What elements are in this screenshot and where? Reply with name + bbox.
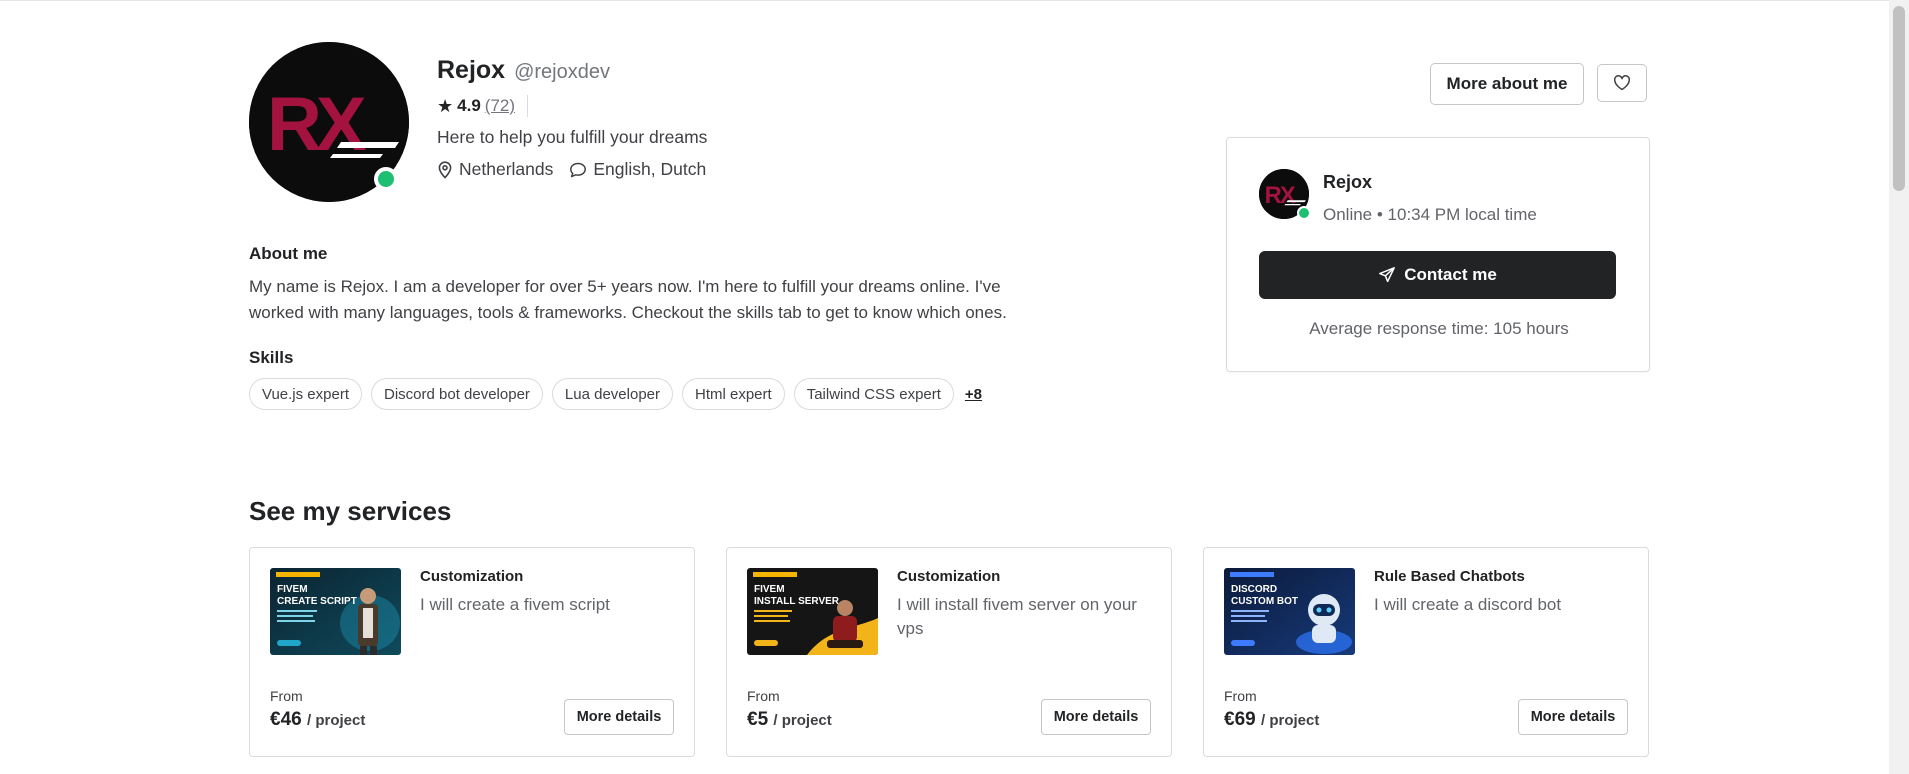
price-from-label: From (270, 688, 303, 704)
favorite-button[interactable] (1597, 64, 1647, 102)
service-thumbnail[interactable]: FIVEM CREATE SCRIPT (270, 568, 401, 655)
name-row: Rejox @rejoxdev (437, 56, 610, 85)
chat-bubble-icon (570, 162, 587, 177)
contact-name: Rejox (1323, 172, 1373, 192)
price-from-label: From (747, 688, 780, 704)
profile-page: RX Rejox @rejoxdev ★ 4.9 (72) Here to he… (249, 0, 1650, 774)
service-card[interactable]: FIVEM INSTALL SERVER Customization I wil… (726, 547, 1172, 757)
thumb-line2: INSTALL SERVER (754, 596, 840, 607)
online-status-dot (374, 167, 398, 191)
service-thumbnail-image: FIVEM CREATE SCRIPT (270, 568, 401, 655)
service-title[interactable]: I will create a discord bot (1374, 593, 1634, 617)
languages-text: English, Dutch (593, 159, 707, 179)
contact-card: RX Rejox Online • 10:34 PM local time Co… (1226, 137, 1650, 372)
scrollbar-thumb[interactable] (1893, 6, 1905, 191)
price-unit: / project (1260, 712, 1320, 729)
send-icon (1379, 267, 1396, 283)
profile-username: @rejoxdev (514, 61, 610, 83)
price-unit: / project (306, 712, 366, 729)
languages: English, Dutch (569, 159, 706, 180)
rating-row: ★ 4.9 (72) (437, 95, 529, 117)
service-card[interactable]: FIVEM CREATE SCRIPT Customization I will… (249, 547, 695, 757)
skill-chip[interactable]: Discord bot developer (371, 378, 543, 410)
more-details-button[interactable]: More details (1518, 699, 1628, 735)
skills-heading: Skills (249, 348, 294, 367)
service-thumbnail[interactable]: FIVEM INSTALL SERVER (747, 568, 878, 655)
skill-chip[interactable]: Html expert (682, 378, 785, 410)
profile-meta: Netherlands English, Dutch (437, 159, 722, 180)
service-price: €69 / project (1224, 709, 1319, 731)
service-category: Customization (897, 568, 1001, 585)
more-details-button[interactable]: More details (564, 699, 674, 735)
services-heading: See my services (249, 496, 452, 526)
service-category: Rule Based Chatbots (1374, 568, 1525, 585)
price-unit: / project (773, 712, 832, 729)
contact-me-label: Contact me (1404, 265, 1497, 284)
thumb-line2: CREATE SCRIPT (277, 596, 357, 607)
service-price: €46 / project (270, 709, 365, 731)
location: Netherlands (437, 159, 553, 180)
skill-chip[interactable]: Lua developer (551, 378, 673, 410)
location-pin-icon (438, 160, 452, 179)
service-thumbnail[interactable]: DISCORD CUSTOM BOT (1224, 568, 1355, 655)
service-thumbnail-image: DISCORD CUSTOM BOT (1224, 568, 1355, 655)
profile-tagline: Here to help you fulfill your dreams (437, 127, 708, 147)
more-details-button[interactable]: More details (1041, 699, 1151, 735)
service-title[interactable]: I will create a fivem script (420, 593, 680, 617)
service-price: €5 / project (747, 709, 832, 731)
price-value: €5 (747, 709, 769, 730)
about-text: My name is Rejox. I am a developer for o… (249, 277, 1007, 322)
star-icon: ★ (437, 95, 454, 116)
heart-icon (1613, 75, 1631, 91)
contact-status: Online • 10:34 PM local time (1323, 205, 1537, 224)
skills-list: Vue.js expert Discord bot developer Lua … (249, 378, 982, 410)
rating-divider (527, 95, 529, 117)
service-card[interactable]: DISCORD CUSTOM BOT Rule Based Chatbots I… (1203, 547, 1649, 757)
more-skills-link[interactable]: +8 (965, 386, 982, 403)
skill-chip[interactable]: Vue.js expert (249, 378, 362, 410)
service-thumbnail-image: FIVEM INSTALL SERVER (747, 568, 878, 655)
thumb-line1: FIVEM (277, 584, 308, 595)
about-heading: About me (249, 244, 328, 263)
thumb-line1: FIVEM (754, 584, 785, 595)
price-from-label: From (1224, 688, 1257, 704)
skill-chip[interactable]: Tailwind CSS expert (793, 378, 954, 410)
profile-name: Rejox (437, 56, 506, 84)
location-text: Netherlands (459, 159, 554, 179)
response-time: Average response time: 105 hours (1309, 319, 1569, 338)
price-value: €69 (1224, 709, 1256, 730)
thumb-line2: CUSTOM BOT (1231, 596, 1298, 607)
reviews-link[interactable]: (72) (485, 96, 515, 116)
rating-value: 4.9 (457, 96, 481, 115)
scrollbar[interactable] (1889, 0, 1909, 774)
service-title[interactable]: I will install fivem server on your vps (897, 593, 1157, 641)
service-category: Customization (420, 568, 524, 585)
thumb-line1: DISCORD (1231, 584, 1277, 595)
price-value: €46 (270, 709, 302, 730)
contact-me-button[interactable]: Contact me (1259, 251, 1616, 299)
more-about-me-button[interactable]: More about me (1430, 63, 1584, 105)
contact-online-dot (1297, 206, 1311, 220)
